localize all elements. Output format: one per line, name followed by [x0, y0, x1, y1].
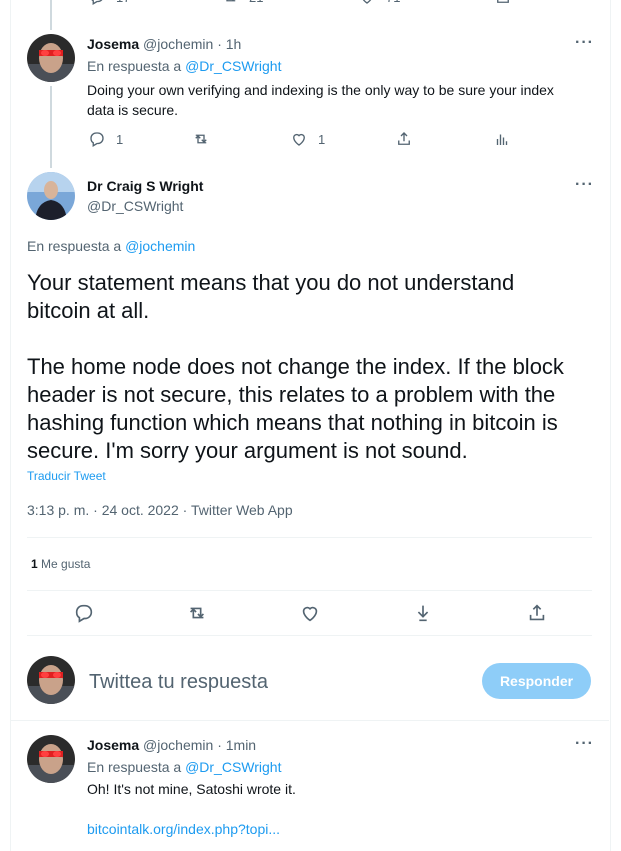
share-action[interactable]: [526, 602, 548, 624]
more-options-icon[interactable]: ···: [575, 34, 594, 52]
divider: [27, 590, 592, 591]
analytics-action[interactable]: [493, 130, 511, 148]
tweet-meta[interactable]: 3:13 p. m. · 24 oct. 2022 · Twitter Web …: [27, 502, 293, 518]
avatar-josema-image: [27, 656, 75, 704]
prev-like-action[interactable]: 71: [358, 0, 400, 6]
author-name[interactable]: Josema: [87, 36, 139, 52]
external-link[interactable]: bitcointalk.org/index.php?topi...: [87, 821, 280, 837]
avatar[interactable]: [27, 34, 75, 82]
bookmark-action[interactable]: [412, 602, 434, 624]
retweet-icon: [189, 607, 205, 619]
author-name[interactable]: Josema: [87, 737, 139, 753]
reply-icon: [91, 0, 103, 5]
reply1-header: Josema @jochemin · 1h: [87, 36, 241, 52]
retweet-icon: [226, 0, 236, 2]
retweet-action[interactable]: [186, 602, 208, 624]
avatar-josema-image: [27, 735, 75, 783]
download-arrow-icon: [417, 605, 429, 622]
reply2-text: Oh! It's not mine, Satoshi wrote it.: [87, 781, 296, 797]
thread-line-mid: [50, 86, 52, 168]
reply-icon: [90, 132, 104, 147]
author-handle[interactable]: @jochemin: [143, 737, 213, 753]
reply-icon: [75, 604, 93, 623]
like-action[interactable]: [299, 602, 321, 624]
prev-retweet-action[interactable]: 21: [221, 0, 263, 6]
mention-link[interactable]: @Dr_CSWright: [185, 58, 281, 74]
heart-icon: [362, 0, 372, 4]
author-name[interactable]: Dr Craig S Wright: [87, 178, 203, 194]
translate-link[interactable]: Traducir Tweet: [27, 469, 106, 483]
divider: [27, 537, 592, 538]
retweet-action[interactable]: [192, 130, 210, 148]
share-action[interactable]: [395, 130, 413, 148]
timestamp[interactable]: · 1min: [217, 737, 256, 753]
compose-input[interactable]: Twittea tu respuesta: [89, 671, 268, 694]
reply1-in-reply-to: En respuesta a @Dr_CSWright: [87, 58, 281, 74]
avatar: [27, 656, 75, 704]
text-line: header is not secure, this relates to a …: [27, 382, 556, 407]
divider: [11, 720, 609, 721]
reply2-in-reply-to: En respuesta a @Dr_CSWright: [87, 759, 281, 775]
main-in-reply-to: En respuesta a @jochemin: [27, 238, 195, 254]
share-icon: [529, 604, 545, 621]
mention-link[interactable]: @Dr_CSWright: [185, 759, 281, 775]
timestamp[interactable]: · 1h: [217, 36, 241, 52]
reply-action[interactable]: [73, 602, 95, 624]
reply2-header: Josema @jochemin · 1min: [87, 737, 256, 753]
more-options-icon[interactable]: ···: [575, 735, 594, 753]
share-icon: [497, 0, 509, 3]
reply-button[interactable]: Responder: [482, 663, 591, 699]
like-count: 1: [318, 131, 326, 147]
likes-label: Me gusta: [41, 557, 91, 571]
divider: [27, 635, 592, 636]
text-line: hashing function which means that nothin…: [27, 410, 558, 435]
like-action[interactable]: 1: [290, 130, 325, 148]
text-line: The home node does not change the index.…: [27, 354, 564, 379]
analytics-icon: [496, 134, 508, 145]
reply1-text: Doing your own verifying and indexing is…: [87, 80, 607, 120]
more-options-icon[interactable]: ···: [575, 176, 594, 194]
avatar-craig-image: [27, 172, 75, 220]
prev-reply-action[interactable]: 17: [88, 0, 130, 6]
text-line: Your statement means that you do not und…: [27, 270, 515, 295]
heart-icon: [302, 606, 318, 622]
prev-share-action[interactable]: [494, 0, 512, 6]
text-line: secure. I'm sorry your argument is not s…: [27, 438, 468, 463]
prev-like-count: 71: [386, 0, 400, 5]
text-line: Doing your own verifying and indexing is…: [87, 82, 554, 98]
avatar[interactable]: [27, 735, 75, 783]
reply-count: 1: [116, 131, 124, 147]
in-reply-prefix: En respuesta a: [27, 238, 122, 254]
reply-action[interactable]: 1: [88, 130, 123, 148]
retweet-icon: [195, 134, 207, 144]
prev-retweet-count: 21: [249, 0, 263, 5]
avatar-josema-image: [27, 34, 75, 82]
in-reply-prefix: En respuesta a: [87, 759, 182, 775]
main-tweet-text: Your statement means that you do not und…: [27, 269, 602, 465]
text-line: bitcoin at all.: [27, 298, 150, 323]
share-icon: [398, 132, 410, 145]
likes-summary[interactable]: 1 Me gusta: [31, 557, 90, 571]
author-handle[interactable]: @Dr_CSWright: [87, 198, 183, 214]
text-line: data is secure.: [87, 102, 179, 118]
avatar[interactable]: [27, 172, 75, 220]
thread-line-top: [50, 0, 52, 30]
heart-icon: [293, 133, 305, 146]
prev-reply-count: 17: [116, 0, 130, 5]
mention-link[interactable]: @jochemin: [125, 238, 195, 254]
in-reply-prefix: En respuesta a: [87, 58, 182, 74]
likes-count: 1: [31, 557, 38, 571]
author-handle[interactable]: @jochemin: [143, 36, 213, 52]
